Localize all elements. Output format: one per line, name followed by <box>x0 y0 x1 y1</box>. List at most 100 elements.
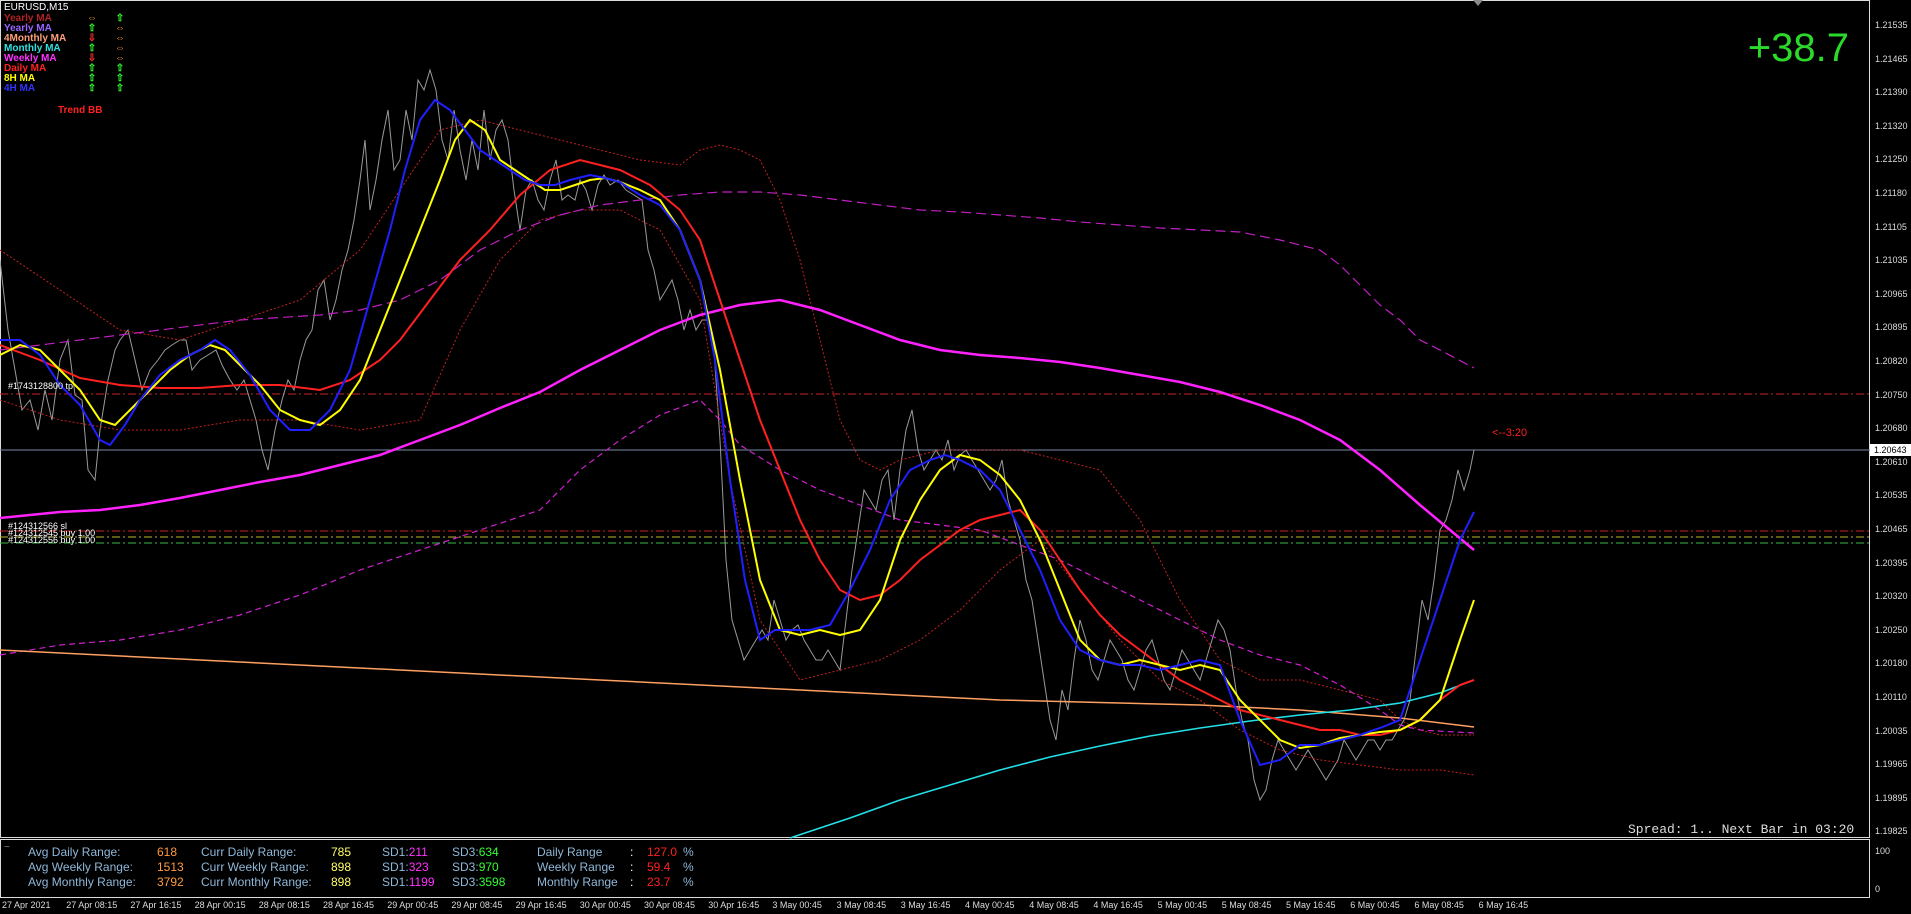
price-tick-label: 1.19825 <box>1875 826 1908 837</box>
price-tick-label: 1.20395 <box>1875 557 1908 568</box>
order-label-buy-2[interactable]: #124312556 buy 1.00 <box>8 535 95 545</box>
price-tick-label: 1.21250 <box>1875 154 1908 165</box>
price-tick-label: 1.20965 <box>1875 288 1908 299</box>
price-tick-label: 1.20750 <box>1875 389 1908 400</box>
curr-weekly-value: 898 <box>331 860 352 874</box>
price-tick-label: 1.21035 <box>1875 255 1908 266</box>
time-tick-label: 6 May 00:45 <box>1350 900 1400 910</box>
stats-sd3: SD3:634 SD3:970 SD3:3598 <box>452 845 505 890</box>
sub-axis-min: 0 <box>1875 884 1881 894</box>
time-tick-label: 28 Apr 00:15 <box>194 900 246 910</box>
stats-sd1: SD1:211 SD1:323 SD1:1199 <box>382 845 435 890</box>
bar-timer-label: <--3:20 <box>1492 427 1528 439</box>
price-tick-label: 1.20320 <box>1875 591 1908 602</box>
range-unit: % <box>683 860 694 874</box>
time-tick-label: 29 Apr 08:45 <box>451 900 503 910</box>
chart-shift-icon[interactable] <box>1473 0 1483 6</box>
sd1-weekly: 323 <box>408 860 429 874</box>
ma-4monthly <box>0 649 1475 728</box>
order-label-tp[interactable]: #1743128800 tp <box>8 381 73 391</box>
price-tick-label: 1.20535 <box>1875 490 1908 501</box>
time-tick-label: 28 Apr 08:15 <box>258 900 310 910</box>
weekly-range-value: 59.4 <box>647 860 671 874</box>
profit-display: +38.7 <box>1747 26 1849 70</box>
monthly-range-label: Monthly Range <box>537 875 618 889</box>
stats-avg-labels: Avg Daily Range: Avg Weekly Range: Avg M… <box>28 845 136 890</box>
avg-weekly-value: 1513 <box>157 860 184 874</box>
sd3-label: SD3: <box>452 845 479 859</box>
price-tick-label: 1.20895 <box>1875 322 1908 333</box>
sd1-label: SD1: <box>382 875 409 889</box>
time-tick-label: 29 Apr 16:45 <box>515 900 567 910</box>
price-tick-label: 1.19895 <box>1875 792 1908 803</box>
time-tick-label: 27 Apr 16:15 <box>130 900 182 910</box>
weekly-range-label: Weekly Range <box>537 860 615 874</box>
price-tick-label: 1.21465 <box>1875 53 1908 64</box>
price-tick-label: 1.20465 <box>1875 524 1908 534</box>
time-tick-label: 3 May 08:45 <box>836 900 887 910</box>
price-tick-label: 1.20250 <box>1875 624 1908 635</box>
time-tick-label: 30 Apr 08:45 <box>644 900 696 910</box>
stats-avg-values: 618 1513 3792 <box>157 845 184 890</box>
time-tick-label: 30 Apr 00:45 <box>579 900 631 910</box>
price-tick-label: 1.21320 <box>1875 120 1908 131</box>
price-tick-label: 1.20820 <box>1875 356 1908 366</box>
price-tick-label: 1.21105 <box>1875 221 1907 232</box>
price-axis[interactable]: 1.21535 1.21465 1.21390 1.21320 1.21250 1.211… <box>1870 0 1911 838</box>
spread-info: Spread: 1.. Next Bar in 03:20 <box>1628 822 1855 837</box>
bb-lower <box>0 209 1475 776</box>
sd3-weekly: 970 <box>478 860 499 874</box>
indicator-legend: EURUSD,M15 Yearly MA ⇔ ⇧ Yearly MA ⇧ ⇔ 4Monthl… <box>4 3 134 94</box>
trend-arrow-icon: ⇧ <box>115 83 125 94</box>
range-unit: % <box>683 845 694 859</box>
current-price-tag: 1.20643 <box>1870 444 1911 456</box>
legend-ma-name: 4H MA <box>4 83 36 94</box>
range-unit: % <box>683 875 694 889</box>
price-tick-label: 1.20680 <box>1875 423 1908 434</box>
sd1-monthly: 1199 <box>408 875 435 889</box>
ma-8h <box>0 118 1475 750</box>
time-tick-label: 4 May 16:45 <box>1093 900 1143 910</box>
price-tick-label: 1.20110 <box>1875 692 1907 702</box>
stats-range-units: % % % <box>683 845 694 890</box>
price-tick-label: 1.21535 <box>1875 20 1908 30</box>
curr-weekly-label: Curr Weekly Range: <box>201 860 309 874</box>
stats-range-values: 127.0 59.4 23.7 <box>647 845 677 890</box>
trend-arrow-icon: ⇧ <box>87 83 97 94</box>
time-tick-label: 27 Apr 08:15 <box>66 900 118 910</box>
ma-4h <box>0 98 1475 767</box>
stats-range-labels: Daily Range Weekly Range Monthly Range <box>537 845 618 890</box>
trend-bb-label: Trend BB <box>58 105 103 116</box>
daily-range-label: Daily Range <box>537 845 603 859</box>
time-tick-label: 6 May 08:45 <box>1414 900 1464 910</box>
sd3-monthly: 3598 <box>478 875 506 889</box>
price-tick-label: 1.21390 <box>1875 87 1908 98</box>
time-tick-label: 6 May 16:45 <box>1478 900 1529 910</box>
sd3-label: SD3: <box>452 860 479 874</box>
time-tick-label: 5 May 08:45 <box>1221 900 1272 910</box>
price-tick-label: 1.20035 <box>1875 725 1908 736</box>
time-tick-label: 28 Apr 16:45 <box>323 900 375 910</box>
curr-monthly-value: 898 <box>331 875 352 889</box>
price-tick-label: 1.19965 <box>1875 759 1908 770</box>
stats-curr-values: 785 898 898 <box>331 845 351 890</box>
curr-monthly-label: Curr Monthly Range: <box>201 875 312 889</box>
subwindow-icon: ~ <box>4 842 10 853</box>
bb-upper <box>0 119 1474 736</box>
time-tick-label: 30 Apr 16:45 <box>708 900 760 910</box>
price-series <box>0 68 1475 802</box>
monthly-range-value: 23.7 <box>647 875 671 889</box>
sub-axis-max: 100 <box>1875 846 1891 856</box>
legend-row: 4H MA ⇧ ⇧ <box>4 84 134 94</box>
time-tick-label: 5 May 16:45 <box>1286 900 1336 910</box>
range-sep: : <box>630 845 634 859</box>
time-axis[interactable]: 27 Apr 2021 27 Apr 08:15 27 Apr 16:15 28 Ap… <box>0 898 1870 914</box>
price-chart[interactable] <box>0 0 1911 914</box>
price-tick-label: 1.20180 <box>1875 658 1908 669</box>
curr-daily-label: Curr Daily Range: <box>201 845 297 859</box>
price-tick-label: 1.21180 <box>1875 188 1907 198</box>
yearly-ma-dashed <box>0 191 1475 369</box>
sd1-label: SD1: <box>382 860 409 874</box>
time-tick-label: 5 May 00:45 <box>1157 900 1208 910</box>
sd3-label: SD3: <box>452 875 479 889</box>
